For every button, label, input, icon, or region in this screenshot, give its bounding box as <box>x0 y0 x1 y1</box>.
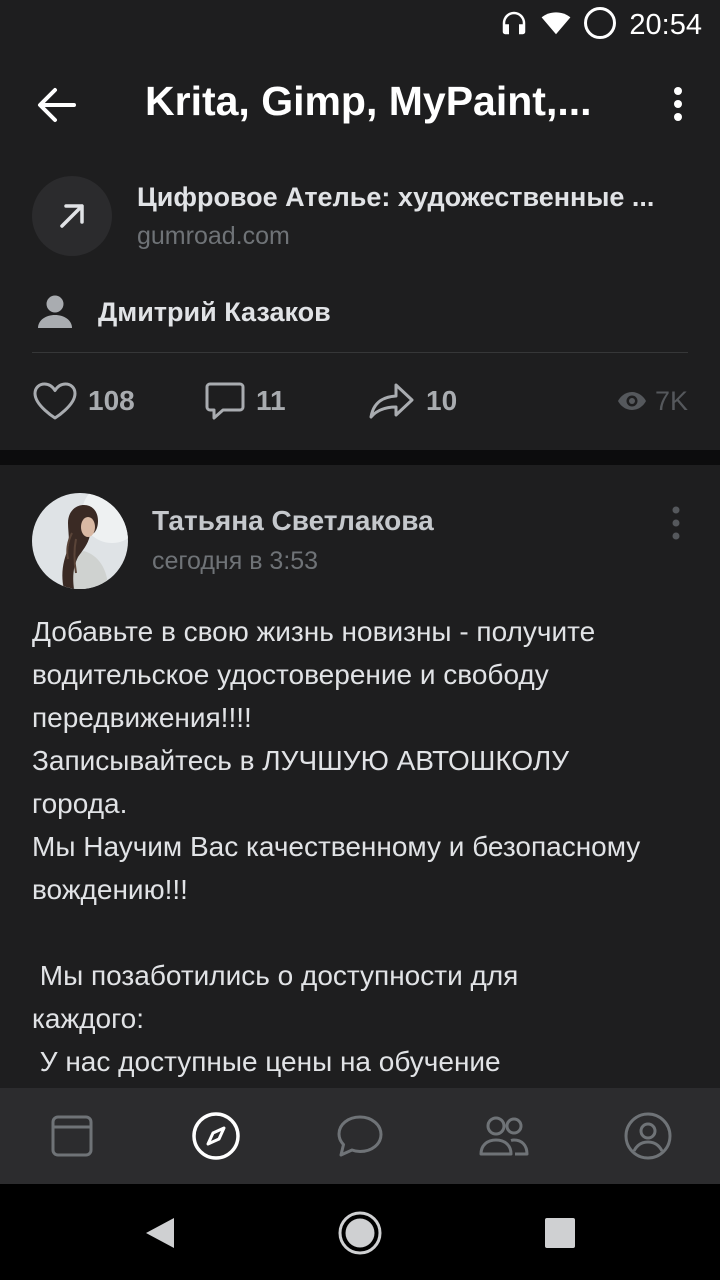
link-domain: gumroad.com <box>137 222 290 250</box>
post-line: У нас доступные цены на обучение <box>32 1046 501 1077</box>
top-app-bar: Krita, Gimp, MyPaint,... <box>0 50 720 160</box>
status-bar: 20:54 <box>0 0 720 50</box>
nav-back-button[interactable] <box>135 1208 185 1258</box>
bottom-tab-bar <box>0 1088 720 1184</box>
views-indicator: 7K <box>617 378 688 424</box>
share-icon <box>369 383 414 419</box>
arrow-left-icon <box>38 88 76 122</box>
discover-icon <box>192 1112 240 1160</box>
nav-home-button[interactable] <box>335 1208 385 1258</box>
post-line: каждого: <box>32 1003 145 1034</box>
tab-news[interactable] <box>0 1088 144 1184</box>
status-icons: 20:54 <box>499 6 702 44</box>
more-vertical-icon <box>672 506 680 540</box>
like-button[interactable]: 108 <box>32 378 135 424</box>
post-options-button[interactable] <box>664 503 688 543</box>
back-button[interactable] <box>28 80 84 130</box>
external-link-button[interactable] <box>32 176 112 256</box>
post-line <box>32 911 702 954</box>
battery-saver-icon <box>583 6 617 45</box>
circle-home-icon <box>338 1211 382 1255</box>
news-icon <box>51 1115 93 1157</box>
tab-messages[interactable] <box>288 1088 432 1184</box>
post-line: передвижения!!!! <box>32 702 252 733</box>
system-navigation-bar <box>0 1184 720 1280</box>
article-author-name: Дмитрий Казаков <box>98 296 331 327</box>
tab-friends[interactable] <box>432 1088 576 1184</box>
post-line: города. <box>32 788 128 819</box>
triangle-back-icon <box>146 1218 174 1248</box>
messages-icon <box>337 1115 383 1157</box>
user-icon <box>38 295 72 328</box>
page-title: Krita, Gimp, MyPaint,... <box>145 78 592 124</box>
post-line: Записывайтесь в ЛУЧШУЮ АВТОШКОЛУ <box>32 745 570 776</box>
feed-separator <box>0 450 720 465</box>
wifi-icon <box>539 8 573 43</box>
article-author[interactable]: Дмитрий Казаков <box>36 290 331 334</box>
post-author-name[interactable]: Татьяна Светлакова <box>152 505 434 537</box>
nav-recents-button[interactable] <box>535 1208 585 1258</box>
post-line: Добавьте в свою жизнь новизны - получите <box>32 616 596 647</box>
status-time: 20:54 <box>629 8 702 41</box>
post-actions: 108 11 10 7K <box>32 378 688 424</box>
comment-button[interactable]: 11 <box>204 378 286 424</box>
arrow-up-right-icon <box>60 204 84 228</box>
post-line: Мы позаботились о доступности для <box>32 960 519 991</box>
profile-icon <box>624 1112 672 1160</box>
share-button[interactable]: 10 <box>368 378 457 424</box>
post-text: Добавьте в свою жизнь новизны - получите… <box>32 610 702 1083</box>
post-timestamp: сегодня в 3:53 <box>152 547 319 575</box>
views-count: 7K <box>654 385 688 416</box>
link-title[interactable]: Цифровое Ателье: художественные ... <box>137 182 682 213</box>
eye-icon <box>617 392 646 410</box>
article-card: Цифровое Ателье: художественные ... gumr… <box>0 160 720 450</box>
post-line: Мы Научим Вас качественному и безопасном… <box>32 831 641 862</box>
square-recents-icon <box>545 1218 575 1248</box>
post-card: Татьяна Светлакова сегодня в 3:53 Добавь… <box>0 465 720 1088</box>
comment-count: 11 <box>256 385 286 416</box>
tab-profile[interactable] <box>576 1088 720 1184</box>
like-count: 108 <box>88 385 135 416</box>
post-line: водительское удостоверение и свободу <box>32 659 549 690</box>
heart-icon <box>33 382 77 420</box>
post-line: вождению!!! <box>32 874 188 905</box>
avatar[interactable] <box>32 493 128 589</box>
more-options-button[interactable] <box>666 84 690 124</box>
headphones-icon <box>499 8 529 43</box>
divider <box>32 352 688 353</box>
comment-icon <box>205 382 245 420</box>
tab-discover[interactable] <box>144 1088 288 1184</box>
more-vertical-icon <box>674 87 682 121</box>
share-count: 10 <box>426 385 458 416</box>
friends-icon <box>479 1116 529 1156</box>
